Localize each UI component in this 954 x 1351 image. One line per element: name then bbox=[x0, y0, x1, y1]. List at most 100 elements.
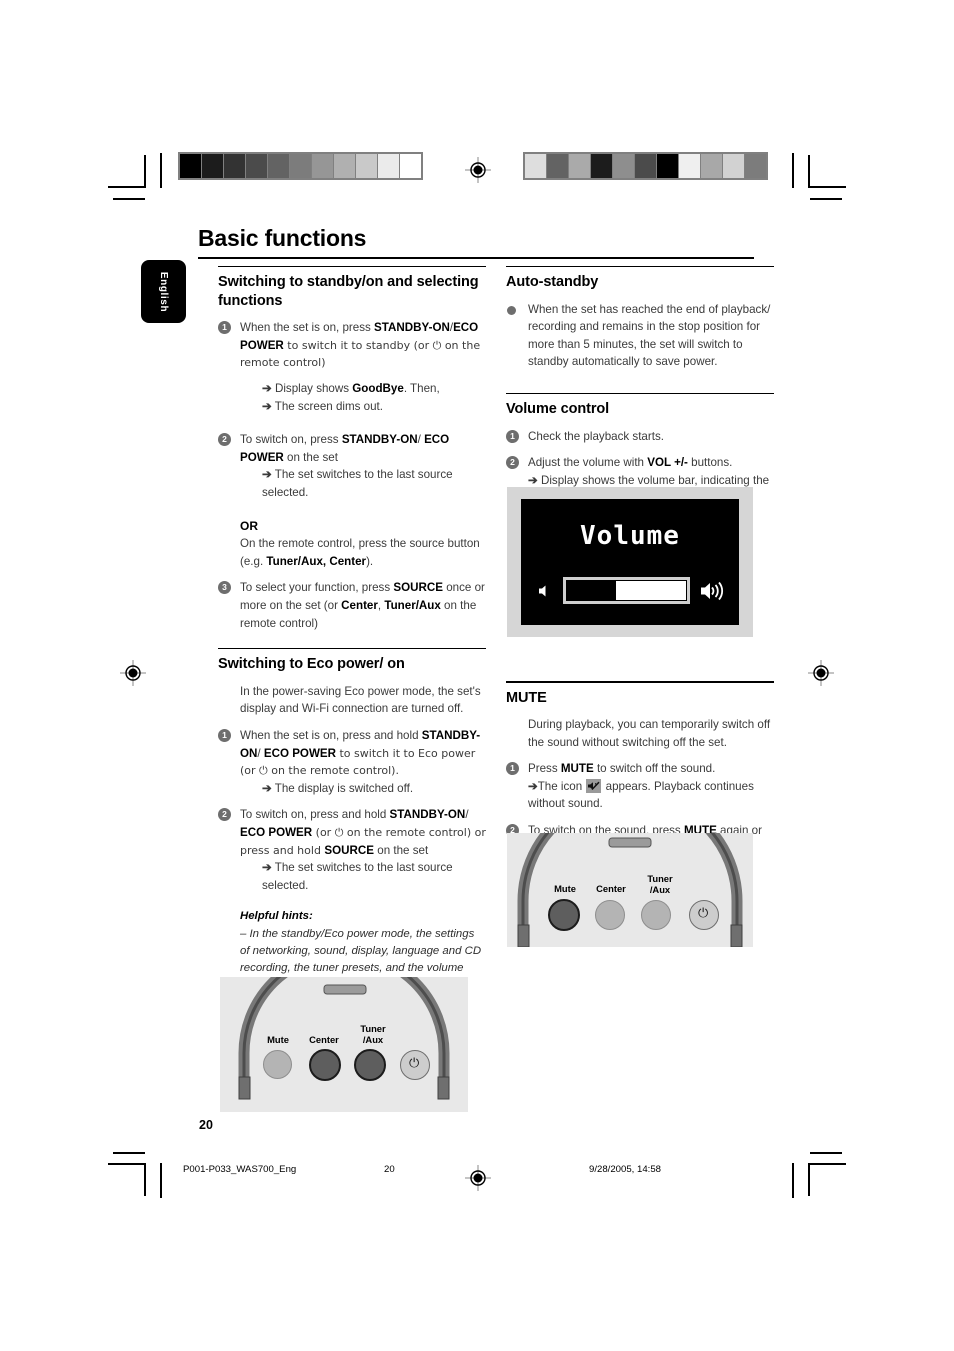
arrow-icon: ➔ bbox=[528, 473, 538, 487]
language-tab-label: English bbox=[158, 271, 169, 312]
registration-mark bbox=[120, 660, 146, 686]
section-heading-standby: Switching to standby/on and selecting fu… bbox=[218, 274, 479, 309]
calibration-bar-right bbox=[523, 152, 768, 180]
calibration-swatch bbox=[679, 154, 700, 178]
button-label-tuner-aux: Tuner /Aux bbox=[647, 873, 673, 895]
bullet-text: When the set has reached the end of play… bbox=[528, 302, 771, 369]
result-text: The display is switched off. bbox=[274, 782, 414, 796]
step-bold: STANDBY-ON bbox=[341, 432, 418, 446]
calibration-swatch bbox=[356, 154, 377, 178]
step-item: 1 Press MUTE to switch off the sound. ➔T… bbox=[506, 760, 774, 812]
device-panel-mute-figure: Mute Center Tuner /Aux ⏻ bbox=[507, 833, 753, 947]
calibration-swatch bbox=[591, 154, 612, 178]
volume-bar-fill bbox=[616, 581, 686, 600]
center-button[interactable] bbox=[595, 900, 625, 930]
calibration-swatch bbox=[723, 154, 744, 178]
step-text-pre: Adjust the volume with bbox=[528, 456, 648, 470]
tuner-aux-button[interactable] bbox=[354, 1049, 386, 1081]
arrow-icon: ➔ bbox=[262, 468, 272, 482]
section-rule bbox=[506, 392, 774, 394]
crop-mark bbox=[810, 1152, 842, 1154]
section-rule bbox=[218, 648, 486, 650]
arrow-icon: ➔ bbox=[262, 382, 272, 396]
calibration-swatch bbox=[635, 154, 656, 178]
mute-button[interactable] bbox=[263, 1050, 292, 1079]
crop-mark bbox=[808, 155, 810, 188]
result-text: The screen dims out. bbox=[274, 399, 383, 413]
language-tab: English bbox=[141, 260, 186, 323]
page-number: 20 bbox=[199, 1118, 213, 1132]
button-label-center: Center bbox=[596, 883, 626, 894]
step-number: 2 bbox=[506, 456, 519, 470]
calibration-swatch bbox=[290, 154, 311, 178]
manual-page: Basic functions English Switching to sta… bbox=[0, 0, 954, 1351]
step-item: 2 To switch on, press STANDBY-ON/ ECO PO… bbox=[218, 431, 486, 501]
volume-display-figure: Volume bbox=[507, 487, 753, 637]
step-text-pre: When the set is on, press bbox=[240, 321, 375, 335]
result-line: ➔ The set switches to the last source se… bbox=[240, 859, 486, 894]
or-text-post: ). bbox=[366, 554, 374, 568]
arrow-icon: ➔ bbox=[262, 782, 272, 796]
crop-mark bbox=[808, 1163, 810, 1196]
mute-button[interactable] bbox=[548, 899, 580, 931]
registration-mark bbox=[465, 157, 491, 183]
footer-page: 20 bbox=[384, 1164, 395, 1175]
or-label: OR bbox=[240, 518, 258, 533]
footer-filename: P001-P033_WAS700_Eng bbox=[183, 1164, 297, 1175]
calibration-swatch bbox=[525, 154, 546, 178]
power-icon: ⏻ bbox=[698, 906, 709, 921]
result-text-pre: The icon bbox=[537, 779, 586, 793]
crop-mark bbox=[144, 1163, 146, 1196]
calibration-swatch bbox=[613, 154, 634, 178]
or-bold: Tuner/Aux, Center bbox=[266, 554, 367, 568]
step-text-post: on the set bbox=[283, 450, 338, 464]
result-text: The set switches to the last source sele… bbox=[262, 468, 453, 499]
footer-timestamp: 9/28/2005, 14:58 bbox=[589, 1164, 662, 1175]
result-text: The set switches to the last source sele… bbox=[262, 861, 453, 892]
step-text-pre: To select your function, press bbox=[240, 581, 394, 595]
crop-mark bbox=[160, 153, 162, 188]
step-number: 1 bbox=[218, 321, 231, 335]
title-rule bbox=[198, 257, 754, 259]
step-text-post: buttons. bbox=[687, 456, 733, 470]
calibration-swatch bbox=[268, 154, 289, 178]
step-bold: Center bbox=[341, 598, 378, 612]
button-label-center: Center bbox=[309, 1034, 339, 1045]
button-label-mute: Mute bbox=[554, 883, 576, 894]
button-label-mute: Mute bbox=[267, 1034, 289, 1045]
center-button[interactable] bbox=[309, 1049, 341, 1081]
step-bold: SOURCE bbox=[324, 843, 375, 857]
speaker-low-icon bbox=[537, 583, 553, 604]
calibration-swatch bbox=[745, 154, 766, 178]
step-bold: STANDBY-ON bbox=[374, 321, 450, 335]
section-intro: During playback, you can temporarily swi… bbox=[528, 718, 771, 749]
step-bold: ECO POWER bbox=[263, 746, 336, 760]
section-heading-volume: Volume control bbox=[506, 400, 610, 417]
step-number: 1 bbox=[506, 429, 519, 443]
step-text-mid: / bbox=[465, 808, 469, 822]
step-bold: SOURCE bbox=[393, 581, 443, 595]
result-bold: GoodBye bbox=[352, 382, 404, 396]
tuner-aux-button[interactable] bbox=[641, 900, 671, 930]
step-number: 1 bbox=[506, 762, 519, 776]
step-bold: ECO POWER bbox=[240, 826, 313, 840]
calibration-swatch bbox=[246, 154, 267, 178]
calibration-swatch bbox=[180, 154, 201, 178]
calibration-swatch bbox=[569, 154, 590, 178]
bullet-dot-icon bbox=[507, 305, 516, 315]
section-heading-eco: Switching to Eco power/ on bbox=[218, 656, 405, 673]
volume-screen-title: Volume bbox=[580, 521, 680, 551]
registration-mark bbox=[808, 660, 834, 686]
left-column: Switching to standby/on and selecting fu… bbox=[218, 266, 486, 1012]
step-text-pre: To switch on, press bbox=[240, 432, 342, 446]
bullet-item: When the set has reached the end of play… bbox=[506, 301, 774, 371]
power-icon: ⏻ bbox=[409, 1056, 420, 1071]
section-rule bbox=[218, 266, 486, 267]
step-number: 2 bbox=[218, 432, 231, 446]
crop-mark bbox=[144, 155, 146, 188]
result-text-post: . Then, bbox=[403, 382, 440, 396]
crop-mark bbox=[808, 186, 846, 188]
result-text-pre: Display shows bbox=[274, 382, 353, 396]
calibration-swatch bbox=[378, 154, 399, 178]
crop-mark bbox=[792, 1163, 794, 1198]
